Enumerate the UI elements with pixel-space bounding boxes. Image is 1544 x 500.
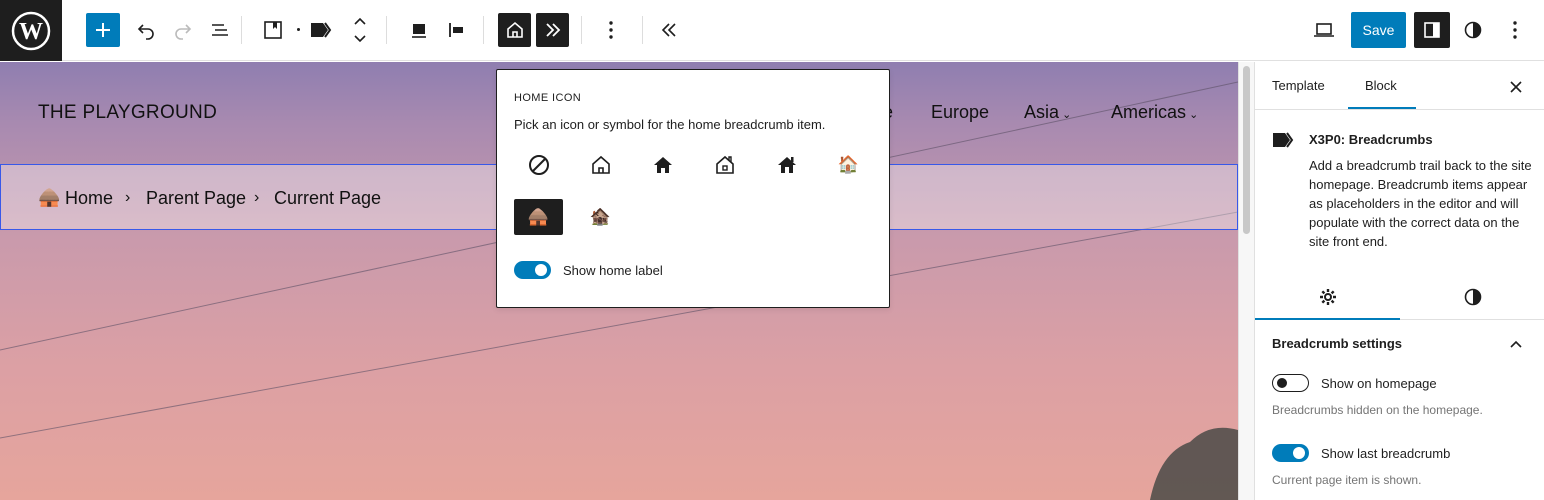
- show-last-breadcrumb-help: Current page item is shown.: [1272, 473, 1422, 487]
- icon-option-home-filled[interactable]: [638, 147, 687, 183]
- styles-icon[interactable]: [1456, 12, 1490, 48]
- canvas-scrollbar[interactable]: [1238, 62, 1254, 500]
- breadcrumb-separator: ›: [125, 189, 131, 206]
- chevron-down-icon: ⌄: [1059, 109, 1072, 121]
- show-on-homepage-label: Show on homepage: [1321, 376, 1437, 391]
- wordpress-logo-icon[interactable]: W: [0, 0, 62, 61]
- block-subtabs: [1255, 274, 1544, 320]
- close-icon[interactable]: [1505, 76, 1527, 98]
- redo-icon[interactable]: [166, 12, 200, 48]
- editor-toolbar: W Save: [0, 0, 1544, 61]
- icon-option-home-outline[interactable]: [576, 147, 625, 183]
- active-subtab-indicator: [1255, 318, 1400, 320]
- show-on-homepage-help: Breadcrumbs hidden on the homepage.: [1272, 403, 1483, 417]
- breadcrumb-home[interactable]: Home: [65, 188, 113, 209]
- popover-heading: HOME ICON: [514, 92, 582, 104]
- home-icon-button[interactable]: [498, 13, 531, 47]
- show-home-label-toggle[interactable]: [514, 261, 551, 279]
- breadcrumb-parent[interactable]: Parent Page: [146, 188, 246, 209]
- icon-option-house-emoji[interactable]: 🏠: [824, 147, 873, 183]
- justify-icon[interactable]: [439, 12, 473, 48]
- nav-item-label: Asia: [1024, 102, 1060, 122]
- icon-option-home-solid-chimney[interactable]: [762, 147, 811, 183]
- icon-option-hut-emoji[interactable]: 🛖: [514, 199, 563, 235]
- tab-template[interactable]: Template: [1272, 78, 1325, 93]
- settings-tab[interactable]: [1255, 274, 1400, 320]
- panel-title[interactable]: Breadcrumb settings: [1272, 336, 1402, 351]
- gear-icon: [1319, 289, 1336, 305]
- preview-device-icon[interactable]: [1307, 12, 1341, 48]
- contrast-icon: [1464, 288, 1481, 306]
- home-solid-chimney-icon: [777, 157, 796, 173]
- collapse-toolbar-icon[interactable]: [652, 12, 686, 48]
- toolbar-divider: [483, 16, 484, 44]
- move-up-down-icon[interactable]: [343, 12, 377, 48]
- scrollbar-thumb[interactable]: [1243, 66, 1250, 234]
- no-icon: [528, 155, 549, 175]
- home-filled-icon: [653, 157, 672, 173]
- chevron-up-icon[interactable]: [1505, 334, 1527, 354]
- breadcrumb-block-icon: [1272, 132, 1296, 153]
- show-last-breadcrumb-toggle[interactable]: [1272, 444, 1309, 462]
- active-tab-indicator: [1348, 107, 1416, 109]
- chevron-down-icon: ⌄: [1186, 109, 1199, 121]
- align-icon[interactable]: [402, 12, 436, 48]
- toolbar-divider: [642, 16, 643, 44]
- toolbar-divider: [581, 16, 582, 44]
- nav-item-europe[interactable]: Europe: [931, 102, 989, 123]
- undo-icon[interactable]: [129, 12, 163, 48]
- nav-item-label: Americas: [1111, 102, 1187, 122]
- toolbar-divider: [241, 16, 242, 44]
- svg-text:W: W: [19, 19, 43, 45]
- separator-icon-button[interactable]: [536, 13, 569, 47]
- icon-option-home-chimney[interactable]: [700, 147, 749, 183]
- settings-sidebar-icon[interactable]: [1414, 12, 1450, 48]
- add-block-button[interactable]: [86, 13, 120, 47]
- home-icon-popover: HOME ICON Pick an icon or symbol for the…: [496, 69, 890, 308]
- home-outline-icon: [591, 155, 610, 174]
- save-button[interactable]: Save: [1351, 12, 1406, 48]
- tab-block[interactable]: Block: [1365, 78, 1397, 93]
- show-last-breadcrumb-label: Show last breadcrumb: [1321, 446, 1451, 461]
- options-menu-icon[interactable]: [1498, 12, 1532, 48]
- show-home-label-text: Show home label: [563, 263, 663, 278]
- show-on-homepage-toggle[interactable]: [1272, 374, 1309, 392]
- home-chimney-icon: [715, 155, 734, 174]
- more-options-icon[interactable]: [594, 12, 628, 48]
- sidebar-tabs: Template Block: [1255, 62, 1544, 110]
- settings-sidebar: Template Block X3P0: Breadcrumbs Add a b…: [1254, 62, 1544, 500]
- icon-option-derelict-house-emoji[interactable]: 🏚️: [576, 199, 625, 235]
- site-title[interactable]: THE PLAYGROUND: [38, 102, 217, 124]
- nav-item-asia[interactable]: Asia ⌄: [1024, 102, 1071, 123]
- popover-description: Pick an icon or symbol for the home brea…: [514, 117, 826, 132]
- breadcrumb-current: Current Page: [274, 188, 382, 208]
- breadcrumb-separator: ›: [254, 189, 260, 206]
- home-hut-icon: 🛖: [38, 187, 61, 207]
- styles-tab[interactable]: [1400, 274, 1544, 320]
- drag-handle-dot[interactable]: [297, 28, 300, 31]
- block-type-icon[interactable]: [256, 12, 290, 48]
- breadcrumb-block-icon[interactable]: [304, 12, 338, 48]
- icon-option-none[interactable]: [514, 147, 563, 183]
- nav-item-americas[interactable]: Americas ⌄: [1111, 102, 1198, 123]
- block-description: Add a breadcrumb trail back to the site …: [1309, 158, 1532, 249]
- list-view-icon[interactable]: [203, 12, 237, 48]
- block-name: X3P0: Breadcrumbs: [1309, 132, 1433, 147]
- toolbar-divider: [386, 16, 387, 44]
